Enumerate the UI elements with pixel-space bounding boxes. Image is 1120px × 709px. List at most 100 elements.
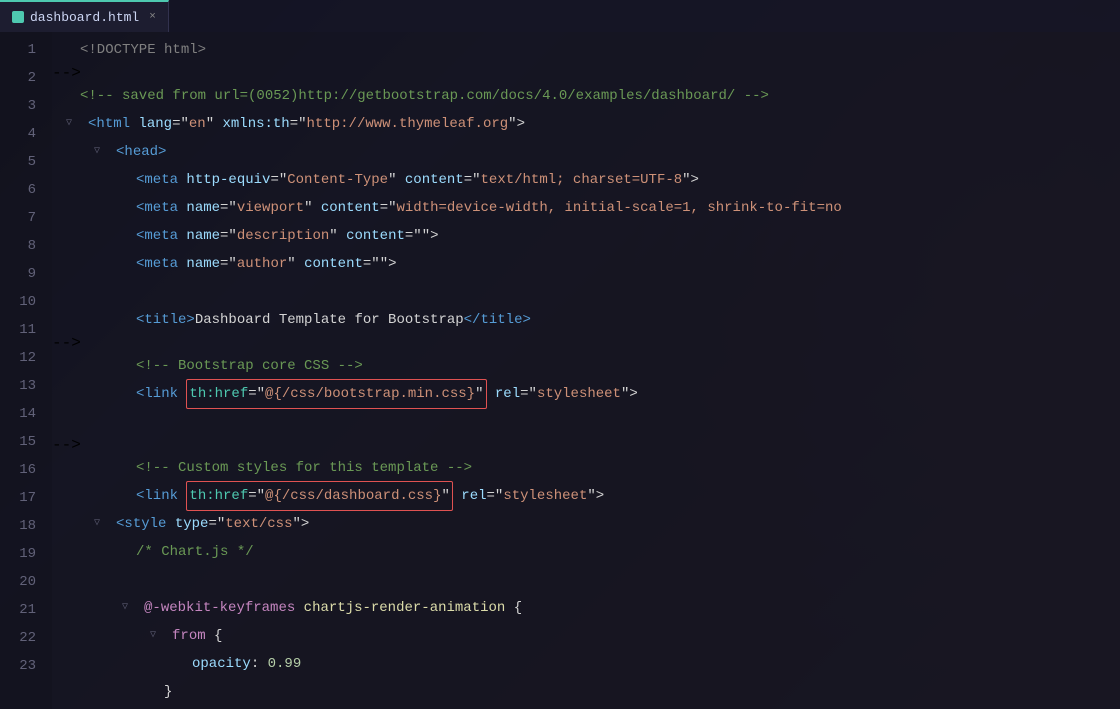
tag-html-open: <html bbox=[88, 110, 138, 138]
q5: " bbox=[304, 194, 321, 222]
eq5: =" bbox=[220, 194, 237, 222]
eq9: =" bbox=[220, 250, 237, 278]
tag-meta3: <meta bbox=[136, 222, 186, 250]
val-thymeleaf: http://www.thymeleaf.org bbox=[307, 110, 509, 138]
tab-bar: dashboard.html × bbox=[0, 0, 1120, 32]
tag-meta2: <meta bbox=[136, 194, 186, 222]
code-line-4: ▽ <head> bbox=[52, 138, 1120, 166]
tab-dashboard-html[interactable]: dashboard.html × bbox=[0, 0, 169, 32]
val-viewport: viewport bbox=[237, 194, 304, 222]
comment-bootstrap: <!-- Bootstrap core CSS --> bbox=[136, 352, 363, 380]
q2: "> bbox=[508, 110, 525, 138]
attr-content2: content bbox=[321, 194, 380, 222]
attr-rel1: rel bbox=[495, 380, 520, 408]
line-num-21: 21 bbox=[0, 596, 36, 624]
tag-style-open: <style bbox=[116, 510, 175, 538]
val-description: description bbox=[237, 222, 329, 250]
tab-close-button[interactable]: × bbox=[149, 11, 156, 23]
line-num-18: 18 bbox=[0, 512, 36, 540]
tag-title-open: <title> bbox=[136, 306, 195, 334]
line-num-19: 19 bbox=[0, 540, 36, 568]
line-num-13: 13 bbox=[0, 372, 36, 400]
val-opacity: 0.99 bbox=[268, 650, 302, 678]
val-dashboard-css: @{/css/dashboard.css} bbox=[265, 482, 441, 510]
eq11: =" bbox=[520, 380, 537, 408]
val-type: text/css bbox=[225, 510, 292, 538]
line-num-7: 7 bbox=[0, 204, 36, 232]
q9: " bbox=[287, 250, 304, 278]
code-line-18 bbox=[52, 566, 1120, 594]
q14: "> bbox=[587, 482, 604, 510]
eq3: =" bbox=[270, 166, 287, 194]
line-num-14: 14 bbox=[0, 400, 36, 428]
eq7: =" bbox=[220, 222, 237, 250]
q15: "> bbox=[292, 510, 309, 538]
line-num-12: 12 bbox=[0, 344, 36, 372]
code-line-1: <!DOCTYPE html> bbox=[52, 36, 1120, 64]
eq2: =" bbox=[290, 110, 307, 138]
code-content: <!DOCTYPE html> --> <!-- saved from url=… bbox=[52, 32, 1120, 709]
space1 bbox=[487, 380, 495, 408]
code-line-21: opacity : 0.99 bbox=[52, 650, 1120, 678]
eq10: =" bbox=[248, 380, 265, 408]
attr-xmlns: xmlns:th bbox=[223, 110, 290, 138]
code-line-6: <meta name =" viewport " content =" widt… bbox=[52, 194, 1120, 222]
line-num-10: 10 bbox=[0, 288, 36, 316]
val-bootstrap-css: @{/css/bootstrap.min.css} bbox=[265, 380, 475, 408]
attr-content1: content bbox=[405, 166, 464, 194]
code-line-9 bbox=[52, 278, 1120, 306]
line-num-4: 4 bbox=[0, 120, 36, 148]
comment-saved: <!-- saved from url=(0052)http://getboot… bbox=[80, 82, 769, 110]
eq14: =" bbox=[208, 510, 225, 538]
tag-head-open: <head> bbox=[116, 138, 166, 166]
attr-th-href1: th:href bbox=[189, 380, 248, 408]
q10: =""> bbox=[363, 250, 397, 278]
code-line-2: <!-- saved from url=(0052)http://getboot… bbox=[52, 82, 1120, 110]
code-line-13 bbox=[52, 408, 1120, 436]
line-num-11: 11 bbox=[0, 316, 36, 344]
val-author: author bbox=[237, 250, 287, 278]
prop-opacity: opacity bbox=[192, 650, 251, 678]
code-line-5: <meta http-equiv =" Content-Type " conte… bbox=[52, 166, 1120, 194]
eq13: =" bbox=[487, 482, 504, 510]
q11: " bbox=[475, 380, 483, 408]
attr-http-equiv: http-equiv bbox=[186, 166, 270, 194]
code-line-3: ▽ <html lang =" en " xmlns:th =" http://… bbox=[52, 110, 1120, 138]
attr-content3: content bbox=[346, 222, 405, 250]
code-line-19: ▽ @-webkit-keyframes chartjs-render-anim… bbox=[52, 594, 1120, 622]
attr-name-vp: name bbox=[186, 194, 220, 222]
line-num-5: 5 bbox=[0, 148, 36, 176]
title-content: Dashboard Template for Bootstrap bbox=[195, 306, 464, 334]
eq6: =" bbox=[380, 194, 397, 222]
file-icon bbox=[12, 11, 24, 23]
val-en: en bbox=[189, 110, 206, 138]
space2 bbox=[453, 482, 461, 510]
tag-meta1: <meta bbox=[136, 166, 186, 194]
code-line-8: <meta name =" author " content =""> bbox=[52, 250, 1120, 278]
comment-custom: <!-- Custom styles for this template --> bbox=[136, 454, 472, 482]
val-vp-content: width=device-width, initial-scale=1, shr… bbox=[397, 194, 842, 222]
tag-link1-open: <link bbox=[136, 380, 186, 408]
attr-name-desc: name bbox=[186, 222, 220, 250]
line-num-9: 9 bbox=[0, 260, 36, 288]
line-num-8: 8 bbox=[0, 232, 36, 260]
q12: "> bbox=[621, 380, 638, 408]
editor-container: dashboard.html × 1 2 3 4 5 6 7 8 9 10 11… bbox=[0, 0, 1120, 709]
tag-title-close: </title> bbox=[464, 306, 531, 334]
brace2: { bbox=[206, 622, 223, 650]
line-num-15: 15 bbox=[0, 428, 36, 456]
doctype-decl: <!DOCTYPE html> bbox=[80, 36, 206, 64]
tag-link2-open: <link bbox=[136, 482, 186, 510]
eq4: =" bbox=[464, 166, 481, 194]
editor-area: 1 2 3 4 5 6 7 8 9 10 11 12 13 14 15 16 1… bbox=[0, 32, 1120, 709]
q8: =""> bbox=[405, 222, 439, 250]
code-line-11: <!-- Bootstrap core CSS --> bbox=[52, 352, 1120, 380]
line-num-16: 16 bbox=[0, 456, 36, 484]
val-stylesheet1: stylesheet bbox=[537, 380, 621, 408]
line-num-22: 22 bbox=[0, 624, 36, 652]
code-line-12: <link th:href =" @{/css/bootstrap.min.cs… bbox=[52, 380, 1120, 408]
attr-th-href2: th:href bbox=[189, 482, 248, 510]
eq12: =" bbox=[248, 482, 265, 510]
q13: " bbox=[441, 482, 449, 510]
line-num-23: 23 bbox=[0, 652, 36, 680]
